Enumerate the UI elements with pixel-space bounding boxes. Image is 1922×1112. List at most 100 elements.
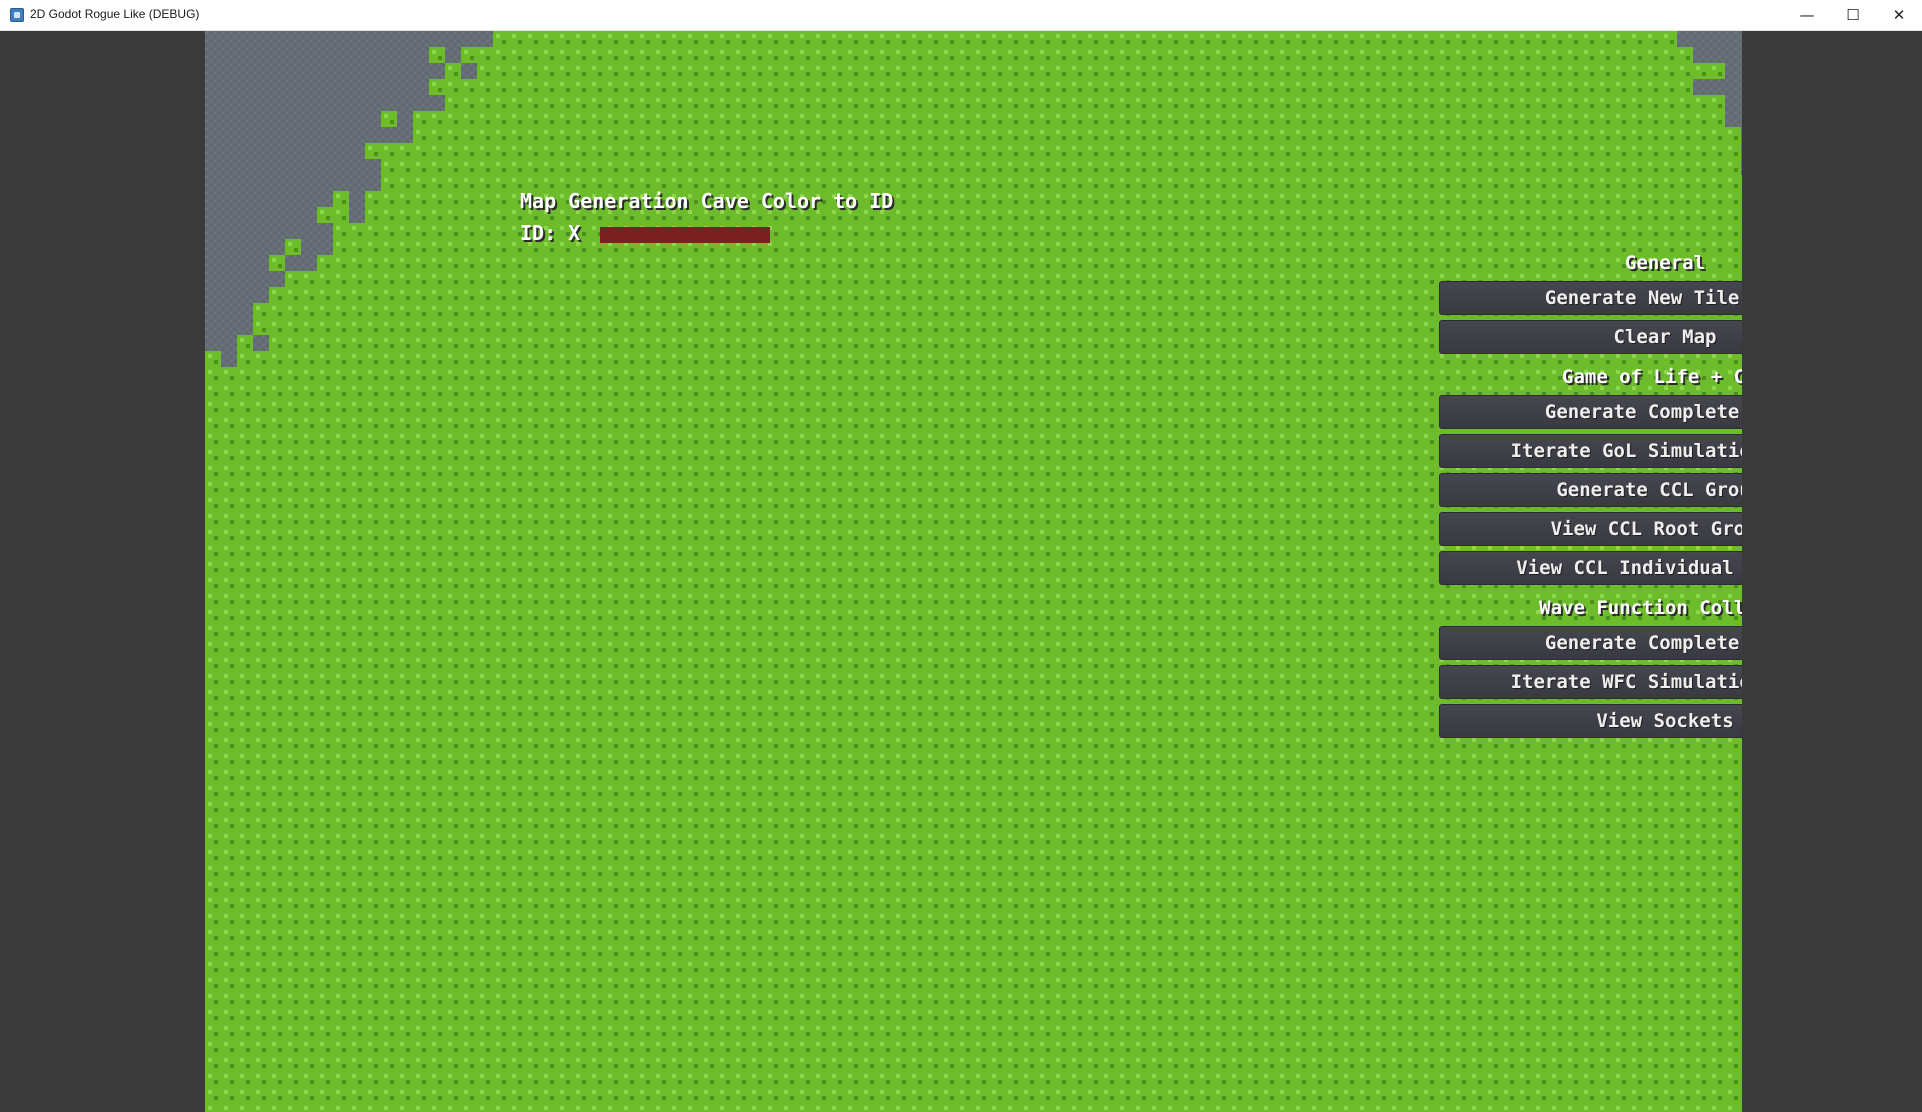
wall-tile [413,335,429,351]
wall-tile [1341,319,1357,335]
wall-tile [861,159,877,175]
wall-tile [1117,223,1133,239]
wall-tile-shadow [1062,136,1066,140]
wall-tile-highlight [1024,50,1028,54]
wall-tile-shadow [1094,264,1098,268]
wall-tile-highlight [432,210,436,214]
wall-tile-highlight [1488,226,1492,230]
wall-tile-highlight [656,114,660,118]
wall-tile-shadow [438,184,442,188]
wall-tile-shadow [614,72,618,76]
wall-tile [1501,95,1517,111]
wall-tile-shadow [1734,232,1738,236]
wall-tile [429,207,445,223]
wall-tile-shadow [1478,120,1482,124]
wall-tile-shadow [1078,72,1082,76]
wall-tile-highlight [1232,322,1236,326]
wall-tile-highlight [1616,130,1620,134]
wall-tile [1069,175,1085,191]
wall-tile-highlight [960,306,964,310]
wall-tile-highlight [1408,34,1412,38]
wall-tile [733,143,749,159]
wall-tile [333,335,349,351]
wall-tile-highlight [928,194,932,198]
wall-tile-highlight [1008,34,1012,38]
wall-tile-highlight [1168,210,1172,214]
wall-tile-shadow [1494,88,1498,92]
wall-tile [477,111,493,127]
wall-tile [381,111,397,127]
wall-tile-shadow [1190,56,1194,60]
wall-tile [909,223,925,239]
wall-tile-highlight [752,178,756,182]
wall-tile-shadow [1174,88,1178,92]
wall-tile-highlight [288,274,292,278]
wall-tile-highlight [1616,178,1620,182]
wall-tile-highlight [1280,322,1284,326]
wall-tile-shadow [630,280,634,284]
wall-tile-highlight [896,82,900,86]
minimize-button[interactable]: — [1784,0,1830,30]
wall-tile-shadow [1094,248,1098,252]
wall-tile-highlight [1152,242,1156,246]
wall-tile-shadow [1286,40,1290,44]
wall-tile-shadow [758,168,762,172]
wall-tile-highlight [976,146,980,150]
wall-tile-shadow [390,344,394,348]
wall-tile-highlight [1056,66,1060,70]
wall-tile-highlight [784,34,788,38]
wall-tile-shadow [1222,168,1226,172]
wall-tile-highlight [1376,210,1380,214]
wall-tile-shadow [934,264,938,268]
wall-tile-shadow [1414,184,1418,188]
window-titlebar[interactable]: 2D Godot Rogue Like (DEBUG) — ☐ ✕ [0,0,1922,31]
wall-tile [845,271,861,287]
wall-tile [445,287,461,303]
wall-tile [1021,255,1037,271]
wall-tile-shadow [1142,296,1146,300]
wall-tile-shadow [534,312,538,316]
wall-tile [509,303,525,319]
wall-tile-shadow [1094,40,1098,44]
wall-tile [381,335,397,351]
wall-tile [493,31,509,47]
wall-tile [1149,159,1165,175]
wall-tile-highlight [1648,146,1652,150]
wall-tile [1405,127,1421,143]
wall-tile-shadow [550,280,554,284]
wall-tile [1725,207,1741,223]
wall-tile-highlight [1344,194,1348,198]
wall-tile [1005,143,1021,159]
wall-tile-shadow [678,40,682,44]
wall-tile-shadow [1318,216,1322,220]
wall-tile [733,335,749,351]
wall-tile [1405,239,1421,255]
wall-tile-highlight [1056,258,1060,262]
close-button[interactable]: ✕ [1876,0,1922,30]
maximize-button[interactable]: ☐ [1830,0,1876,30]
wall-tile-highlight [800,66,804,70]
wall-tile-shadow [742,312,746,316]
wall-tile-shadow [1030,40,1034,44]
wall-tile-shadow [742,136,746,140]
wall-tile-shadow [902,88,906,92]
wall-tile-highlight [704,146,708,150]
wall-tile-shadow [678,184,682,188]
wall-tile-highlight [1312,66,1316,70]
wall-tile-shadow [758,40,762,44]
wall-tile [1181,271,1197,287]
wall-tile-shadow [1254,136,1258,140]
wall-tile-shadow [1686,88,1690,92]
game-viewport[interactable]: Map Generation Cave Color to ID ID: X Ge… [205,31,1742,1112]
wall-tile-highlight [608,290,612,294]
wall-tile-shadow [966,264,970,268]
wall-tile [1629,79,1645,95]
wall-tile-shadow [950,88,954,92]
wall-tile [1437,207,1453,223]
wall-tile [1549,31,1565,47]
wall-tile-shadow [806,120,810,124]
wall-tile-highlight [1488,82,1492,86]
wall-tile [1469,95,1485,111]
wall-tile-highlight [1024,306,1028,310]
wall-tile-shadow [1126,312,1130,316]
